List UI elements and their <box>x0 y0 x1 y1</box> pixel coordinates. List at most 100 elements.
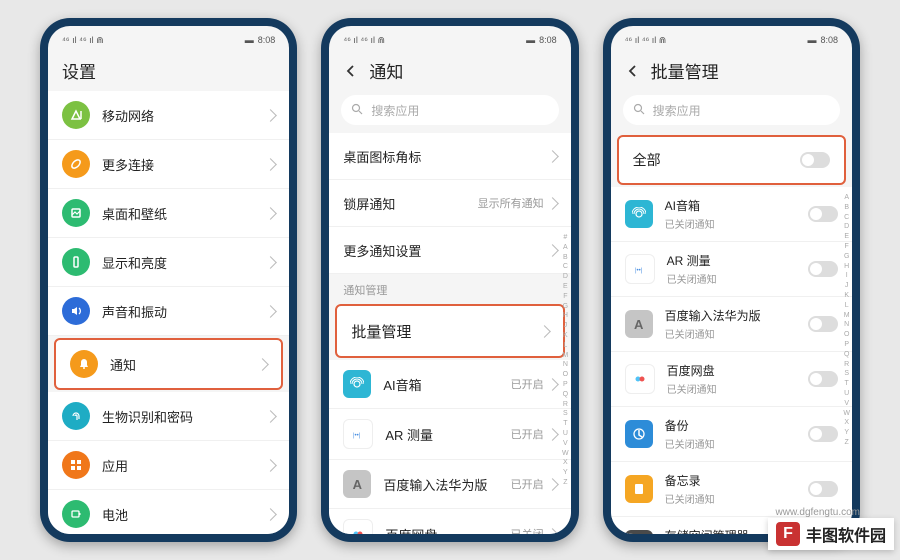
settings-row-bell[interactable]: 通知 <box>54 338 283 390</box>
row-label: 电池 <box>102 505 266 524</box>
connect-icon <box>62 150 90 178</box>
page-title: 设置 <box>62 58 96 83</box>
app-row[interactable]: A 百度输入法华为版 已开启 <box>329 460 570 509</box>
page-title: 批量管理 <box>651 58 719 83</box>
app-label: AR 测量 <box>385 425 510 444</box>
app-icon <box>625 530 653 534</box>
chevron-right-icon <box>538 325 551 338</box>
app-icon <box>343 370 371 398</box>
time: 8:08 <box>820 35 838 45</box>
settings-row-brightness[interactable]: 显示和亮度 <box>48 238 289 287</box>
battery-icon: ▬ <box>245 35 254 45</box>
battery-icon <box>62 500 90 528</box>
search-input[interactable]: 搜索应用 <box>341 95 558 125</box>
battery-icon: ▬ <box>526 35 535 45</box>
chevron-right-icon <box>264 158 277 171</box>
phone-settings: ⁴⁶ ıl ⁴⁶ ıl ⋒ ▬8:08 设置 移动网络 更多连接 桌面和壁纸 显… <box>40 18 297 542</box>
app-sub: 已关闭通知 <box>665 491 808 506</box>
settings-row-connect[interactable]: 更多连接 <box>48 140 289 189</box>
app-status: 已开启 <box>511 426 544 442</box>
toggle-app[interactable] <box>808 261 838 277</box>
header: 设置 <box>48 50 289 91</box>
chevron-right-icon <box>256 358 269 371</box>
svg-text:|••|: |••| <box>353 433 361 439</box>
batch-list[interactable]: 全部 AI音箱 已关闭通知 |••| AR 测量 已关闭通知 A 百度输入法华 <box>611 133 852 534</box>
settings-row-fingerprint[interactable]: 生物识别和密码 <box>48 392 289 441</box>
chevron-right-icon <box>264 256 277 269</box>
app-label: 百度输入法华为版 <box>383 475 510 494</box>
settings-row-network[interactable]: 移动网络 <box>48 91 289 140</box>
app-row[interactable]: |••| AR 测量 已关闭通知 <box>611 242 852 297</box>
chevron-right-icon <box>264 207 277 220</box>
chevron-right-icon <box>264 305 277 318</box>
app-icon <box>625 420 653 448</box>
toggle-all[interactable] <box>800 152 830 168</box>
app-row[interactable]: 百度网盘 已关闭 <box>329 509 570 534</box>
row-label: 声音和振动 <box>102 302 266 321</box>
settings-row-apps[interactable]: 应用 <box>48 441 289 490</box>
app-icon: |••| <box>343 419 373 449</box>
settings-row-sound[interactable]: 声音和振动 <box>48 287 289 336</box>
app-row[interactable]: AI音箱 已关闭通知 <box>611 187 852 242</box>
settings-list[interactable]: 移动网络 更多连接 桌面和壁纸 显示和亮度 声音和振动 通知 生物识别和密码 <box>48 91 289 534</box>
settings-row-battery[interactable]: 电池 <box>48 490 289 534</box>
toggle-app[interactable] <box>808 371 838 387</box>
row-all-toggle[interactable]: 全部 <box>617 135 846 185</box>
search-icon <box>351 103 365 117</box>
search-icon <box>633 103 647 117</box>
toggle-app[interactable] <box>808 481 838 497</box>
setting-row[interactable]: 更多通知设置 <box>329 227 570 274</box>
index-bar[interactable]: #ABCDEFGHJKLMNOPQRSTUVWXYZ <box>562 233 569 488</box>
wallpaper-icon <box>62 199 90 227</box>
notification-list[interactable]: 桌面图标角标 锁屏通知 显示所有通知 更多通知设置 通知管理 批量管理 AI音箱… <box>329 133 570 534</box>
back-icon[interactable] <box>343 63 359 79</box>
chevron-right-icon <box>264 508 277 521</box>
watermark-logo: F <box>776 522 800 546</box>
phone-batch-manage: ⁴⁶ ıl ⁴⁶ ıl ⋒ ▬8:08 批量管理 搜索应用 全部 AI音箱 <box>603 18 860 542</box>
chevron-right-icon <box>546 244 559 257</box>
page-title: 通知 <box>369 58 403 83</box>
app-sub: 已关闭通知 <box>667 381 808 396</box>
status-bar: ⁴⁶ ıl ⁴⁶ ıl ⋒ ▬8:08 <box>329 26 570 50</box>
index-bar[interactable]: ABCDEFGHIJKLMNOPQRSTUVWXYZ <box>843 193 850 448</box>
apps-icon <box>62 451 90 479</box>
row-label: 更多连接 <box>102 155 266 174</box>
fingerprint-icon <box>62 402 90 430</box>
app-sub: 已关闭通知 <box>665 216 808 231</box>
toggle-app[interactable] <box>808 426 838 442</box>
row-label: 更多通知设置 <box>343 241 547 260</box>
bell-icon <box>70 350 98 378</box>
status-bar: ⁴⁶ ıl ⁴⁶ ıl ⋒ ▬8:08 <box>611 26 852 50</box>
app-status: 已关闭 <box>511 526 544 534</box>
app-row[interactable]: |••| AR 测量 已开启 <box>329 409 570 460</box>
section-header: 通知管理 <box>329 274 570 302</box>
signal-icon: ⁴⁶ ıl ⁴⁶ ıl ⋒ <box>625 35 667 46</box>
status-bar: ⁴⁶ ıl ⁴⁶ ıl ⋒ ▬8:08 <box>48 26 289 50</box>
row-batch-manage[interactable]: 批量管理 <box>335 304 564 358</box>
screen: ⁴⁶ ıl ⁴⁶ ıl ⋒ ▬8:08 通知 搜索应用 桌面图标角标 锁屏通知 … <box>329 26 570 534</box>
svg-text:|••|: |••| <box>635 268 643 274</box>
search-input[interactable]: 搜索应用 <box>623 95 840 125</box>
app-row[interactable]: A 百度输入法华为版 已关闭通知 <box>611 297 852 352</box>
screen: ⁴⁶ ıl ⁴⁶ ıl ⋒ ▬8:08 批量管理 搜索应用 全部 AI音箱 <box>611 26 852 534</box>
all-label: 全部 <box>633 150 800 170</box>
app-status: 已开启 <box>511 476 544 492</box>
batch-label: 批量管理 <box>351 321 539 342</box>
watermark-text: 丰图软件园 <box>806 522 886 546</box>
chevron-right-icon <box>546 197 559 210</box>
chevron-right-icon <box>264 109 277 122</box>
app-row[interactable]: 备份 已关闭通知 <box>611 407 852 462</box>
app-row[interactable]: 百度网盘 已关闭通知 <box>611 352 852 407</box>
toggle-app[interactable] <box>808 316 838 332</box>
toggle-app[interactable] <box>808 206 838 222</box>
settings-row-wallpaper[interactable]: 桌面和壁纸 <box>48 189 289 238</box>
header: 通知 <box>329 50 570 91</box>
back-icon[interactable] <box>625 63 641 79</box>
app-icon <box>625 475 653 503</box>
app-sub: 已关闭通知 <box>665 436 808 451</box>
setting-row[interactable]: 锁屏通知 显示所有通知 <box>329 180 570 227</box>
row-label: 通知 <box>110 355 258 374</box>
app-status: 已开启 <box>511 376 544 392</box>
setting-row[interactable]: 桌面图标角标 <box>329 133 570 180</box>
app-row[interactable]: AI音箱 已开启 <box>329 360 570 409</box>
